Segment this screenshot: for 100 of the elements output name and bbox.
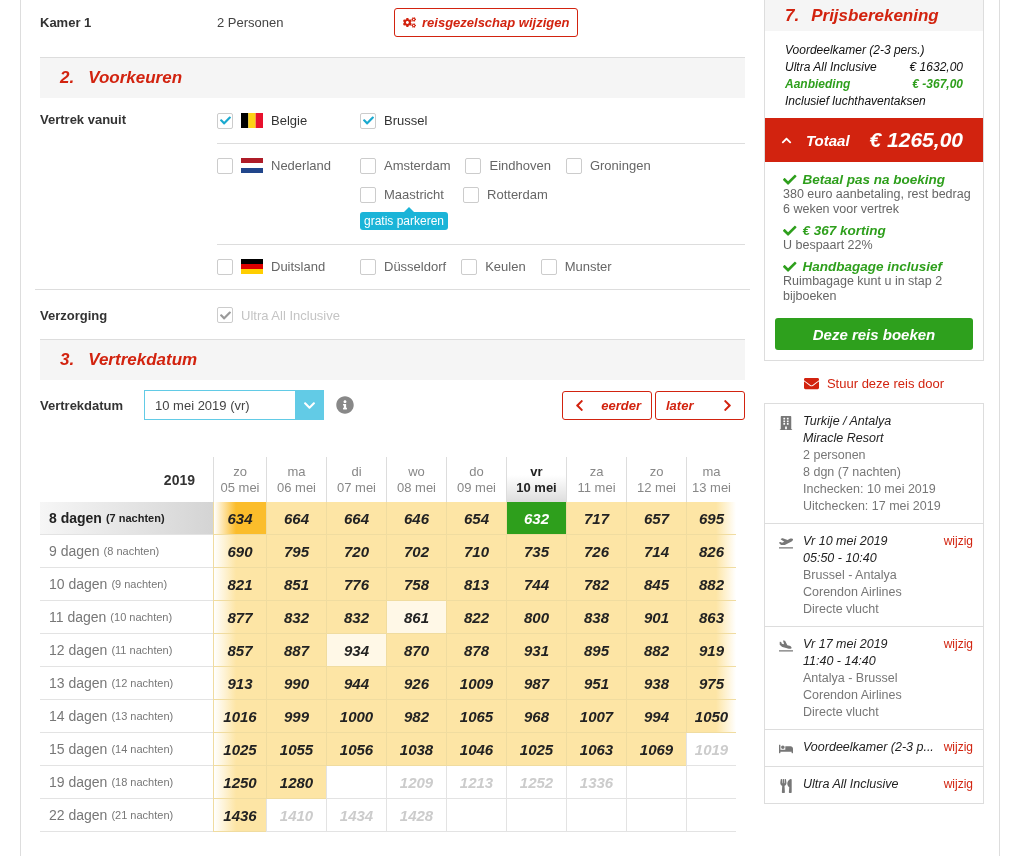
price-cell[interactable]: 1280 (266, 766, 326, 799)
price-cell[interactable]: 1025 (506, 733, 566, 766)
price-cell[interactable]: 744 (506, 568, 566, 601)
price-cell[interactable]: 1063 (566, 733, 626, 766)
change-link[interactable]: wijzig (943, 777, 973, 793)
checkbox[interactable] (465, 157, 482, 174)
price-cell[interactable]: 832 (326, 601, 386, 634)
checkbox[interactable] (360, 157, 376, 174)
info-icon[interactable] (336, 396, 354, 414)
change-link[interactable]: wijzig (943, 740, 973, 756)
price-cell[interactable]: 717 (566, 502, 626, 535)
price-cell[interactable]: 1436 (213, 799, 266, 832)
price-cell[interactable]: 822 (446, 601, 506, 634)
price-cell[interactable]: 813 (446, 568, 506, 601)
price-cell[interactable]: 832 (266, 601, 326, 634)
price-cell[interactable]: 695 (686, 502, 736, 535)
share-link[interactable]: Stuur deze reis door (764, 376, 984, 391)
price-cell[interactable]: 1000 (326, 700, 386, 733)
price-cell[interactable]: 938 (626, 667, 686, 700)
change-link[interactable]: wijzig (943, 637, 973, 719)
price-cell[interactable]: 968 (506, 700, 566, 733)
price-cell[interactable]: 720 (326, 535, 386, 568)
airport-label[interactable]: Munster (564, 259, 612, 274)
price-cell[interactable]: 994 (626, 700, 686, 733)
price-cell[interactable]: 1069 (626, 733, 686, 766)
price-cell[interactable]: 702 (386, 535, 446, 568)
checkbox[interactable] (565, 157, 582, 174)
price-cell[interactable]: 1007 (566, 700, 626, 733)
checkbox[interactable] (360, 186, 376, 203)
total-bar[interactable]: Totaal € 1265,00 (765, 118, 983, 162)
checkbox[interactable] (360, 112, 376, 129)
price-cell[interactable]: 664 (326, 502, 386, 535)
price-cell[interactable]: 714 (626, 535, 686, 568)
price-cell[interactable]: 990 (266, 667, 326, 700)
country-label[interactable]: Belgie (271, 113, 308, 128)
checkbox[interactable] (217, 258, 233, 275)
price-cell[interactable]: 878 (446, 634, 506, 667)
price-cell[interactable]: 851 (266, 568, 326, 601)
price-cell[interactable]: 710 (446, 535, 506, 568)
price-cell[interactable]: 726 (566, 535, 626, 568)
country-label[interactable]: Nederland (271, 158, 331, 173)
airport-label[interactable]: Groningen (589, 158, 651, 173)
price-cell[interactable]: 826 (686, 535, 736, 568)
price-cell[interactable]: 782 (566, 568, 626, 601)
price-cell[interactable]: 870 (386, 634, 446, 667)
date-column-header[interactable]: vr 10 mei (506, 457, 566, 502)
price-cell[interactable]: 987 (506, 667, 566, 700)
price-cell[interactable]: 735 (506, 535, 566, 568)
checkbox[interactable] (217, 157, 233, 174)
price-cell[interactable]: 975 (686, 667, 736, 700)
price-cell[interactable]: 664 (266, 502, 326, 535)
checkbox[interactable] (360, 258, 376, 275)
airport-label[interactable]: Amsterdam (384, 158, 451, 173)
price-cell[interactable]: 1046 (446, 733, 506, 766)
price-cell[interactable]: 634 (213, 502, 266, 535)
earlier-button[interactable]: eerder (562, 390, 652, 420)
airport-label[interactable]: Düsseldorf (384, 259, 447, 274)
checkbox[interactable] (217, 112, 233, 129)
price-cell[interactable]: 861 (386, 601, 446, 634)
price-cell[interactable]: 882 (626, 634, 686, 667)
change-link[interactable]: wijzig (943, 534, 973, 616)
price-cell[interactable]: 1009 (446, 667, 506, 700)
checkbox[interactable] (463, 186, 480, 203)
price-cell[interactable]: 1056 (326, 733, 386, 766)
price-cell[interactable]: 926 (386, 667, 446, 700)
later-button[interactable]: later (655, 390, 745, 420)
checkbox[interactable] (540, 258, 557, 275)
country-label[interactable]: Duitsland (271, 259, 326, 274)
price-cell[interactable]: 646 (386, 502, 446, 535)
price-cell[interactable]: 838 (566, 601, 626, 634)
price-cell[interactable]: 1055 (266, 733, 326, 766)
price-cell[interactable]: 654 (446, 502, 506, 535)
price-cell[interactable]: 999 (266, 700, 326, 733)
price-cell[interactable]: 934 (326, 634, 386, 667)
price-cell[interactable]: 657 (626, 502, 686, 535)
price-cell[interactable]: 1250 (213, 766, 266, 799)
price-cell[interactable]: 1050 (686, 700, 736, 733)
price-cell[interactable]: 795 (266, 535, 326, 568)
price-cell[interactable]: 901 (626, 601, 686, 634)
price-cell[interactable]: 982 (386, 700, 446, 733)
date-select[interactable]: 10 mei 2019 (vr) (144, 390, 324, 420)
price-cell[interactable]: 887 (266, 634, 326, 667)
price-cell[interactable]: 877 (213, 601, 266, 634)
price-cell[interactable]: 758 (386, 568, 446, 601)
price-cell[interactable]: 1016 (213, 700, 266, 733)
airport-label[interactable]: Keulen (485, 259, 526, 274)
duration-row-header[interactable]: 8 dagen (7 nachten) (40, 502, 213, 535)
price-cell[interactable]: 800 (506, 601, 566, 634)
airport-label[interactable]: Rotterdam (487, 187, 548, 202)
price-cell[interactable]: 690 (213, 535, 266, 568)
price-cell[interactable]: 931 (506, 634, 566, 667)
price-cell[interactable]: 857 (213, 634, 266, 667)
price-cell[interactable]: 821 (213, 568, 266, 601)
price-cell[interactable]: 882 (686, 568, 736, 601)
airport-label[interactable]: Maastricht (384, 187, 444, 202)
price-cell[interactable]: 1025 (213, 733, 266, 766)
change-party-button[interactable]: reisgezelschap wijzigen (394, 7, 579, 37)
price-cell[interactable]: 1065 (446, 700, 506, 733)
checkbox[interactable] (461, 258, 478, 275)
price-cell[interactable]: 913 (213, 667, 266, 700)
